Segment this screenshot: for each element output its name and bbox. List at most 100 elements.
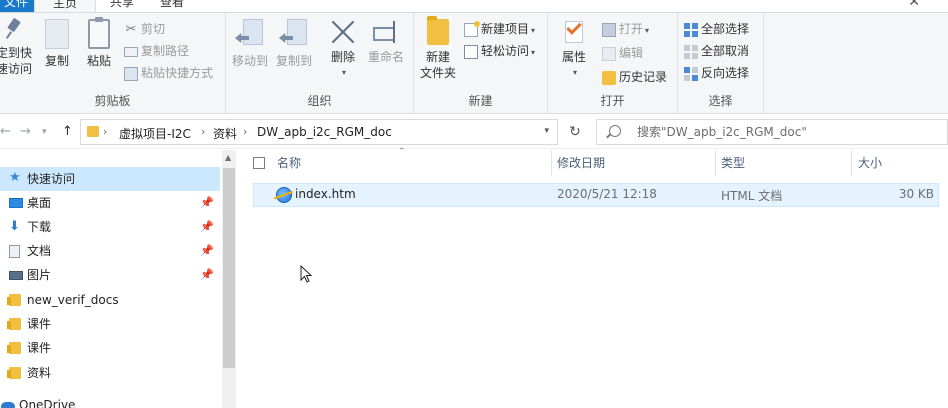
nav-item-label: OneDrive	[19, 398, 76, 408]
copy-path-button[interactable]: 复制路径	[124, 41, 189, 61]
copy-icon	[45, 19, 69, 49]
pin-icon[interactable]: 📌	[200, 239, 214, 263]
select-none-icon	[684, 44, 698, 59]
new-item-button[interactable]: 新建项目 ▾	[464, 19, 535, 39]
breadcrumb-separator-icon: ›	[201, 125, 206, 138]
scroll-up-icon[interactable]: ▲	[225, 153, 231, 162]
pin-icon[interactable]: 📌	[200, 263, 214, 287]
file-size: 30 KB	[898, 187, 934, 201]
file-name[interactable]: index.htm	[295, 187, 356, 201]
move-to-button[interactable]: 移动到	[230, 19, 270, 69]
copy-to-label: 复制到	[275, 54, 312, 68]
breadcrumb-current[interactable]: DW_apb_i2c_RGM_doc	[257, 125, 392, 139]
table-row[interactable]: index.htm 2020/5/21 12:18 HTML 文档 30 KB	[253, 183, 939, 207]
search-box[interactable]	[596, 119, 948, 145]
column-header-type[interactable]: 类型	[721, 150, 745, 176]
tab-home[interactable]: 主页	[34, 0, 96, 12]
select-all-button[interactable]: 全部选择	[684, 19, 749, 39]
forward-arrow-icon[interactable]: →	[20, 124, 31, 139]
select-none-button[interactable]: 全部取消	[684, 41, 749, 61]
close-icon[interactable]: ✕	[908, 0, 920, 10]
nav-item-materials[interactable]: 资料	[0, 361, 220, 385]
breadcrumb-root[interactable]: 虚拟项目-I2C	[119, 125, 191, 142]
history-button[interactable]: 历史记录	[602, 67, 667, 87]
nav-item-label: 资料	[27, 366, 52, 380]
rename-icon	[371, 19, 401, 45]
nav-item-courseware-2[interactable]: 课件	[0, 336, 220, 360]
select-all-icon	[684, 22, 698, 37]
nav-item-label: new_verif_docs	[27, 293, 119, 307]
up-arrow-icon[interactable]: ↑	[62, 124, 73, 139]
pin-icon[interactable]: 📌	[200, 215, 214, 239]
ribbon-tab-strip: 文件 主页 共享 查看 ✕	[0, 0, 948, 12]
folder-icon	[87, 126, 99, 137]
folder-icon	[7, 342, 21, 354]
address-box[interactable]: › 虚拟项目-I2C › 资料 › DW_apb_i2c_RGM_doc ▾	[80, 119, 558, 145]
nav-item-pictures[interactable]: 图片 📌	[0, 263, 220, 287]
refresh-icon[interactable]: ↻	[562, 119, 588, 145]
column-divider[interactable]	[715, 150, 716, 176]
delete-label: 删除	[330, 50, 355, 64]
copy-button[interactable]: 复制	[42, 19, 72, 69]
copy-to-button[interactable]: 复制到	[274, 19, 314, 69]
navigation-scrollbar[interactable]: ▲	[222, 150, 236, 408]
delete-button[interactable]: 删除 ▾	[328, 19, 358, 81]
select-none-label: 全部取消	[701, 44, 750, 58]
desktop-icon	[9, 198, 23, 208]
file-modified: 2020/5/21 12:18	[557, 187, 657, 201]
column-header-modified[interactable]: 修改日期	[557, 150, 605, 176]
move-to-label: 移动到	[231, 54, 268, 68]
nav-item-quick-access[interactable]: ★ 快速访问	[0, 167, 220, 191]
new-folder-label-line1: 新建	[425, 50, 450, 64]
properties-icon	[561, 19, 587, 45]
paste-label: 粘贴	[86, 54, 111, 68]
paste-button[interactable]: 粘贴	[84, 17, 114, 69]
open-dropdown-icon: ▾	[645, 26, 650, 35]
cut-button[interactable]: ✂ 剪切	[124, 19, 165, 39]
paste-shortcut-icon	[124, 66, 138, 81]
pin-to-quick-access-button[interactable]: 定到快 速访问	[0, 19, 34, 77]
column-divider[interactable]	[851, 150, 852, 176]
nav-item-courseware-1[interactable]: 课件	[0, 312, 220, 336]
nav-item-desktop[interactable]: 桌面 📌	[0, 191, 220, 215]
scrollbar-thumb[interactable]	[223, 168, 235, 368]
folder-icon	[7, 294, 21, 306]
nav-item-new-verif-docs[interactable]: new_verif_docs	[0, 288, 220, 312]
address-dropdown-chevron-icon[interactable]: ▾	[544, 126, 549, 136]
tab-file[interactable]: 文件	[0, 0, 34, 12]
rename-button[interactable]: 重命名	[366, 19, 406, 65]
column-header-size[interactable]: 大小	[858, 150, 882, 176]
nav-item-downloads[interactable]: ⬇ 下载 📌	[0, 215, 220, 239]
delete-dropdown-icon[interactable]: ▾	[330, 65, 358, 81]
tab-view[interactable]: 查看	[150, 0, 194, 12]
recent-locations-chevron-icon[interactable]: ▾	[42, 127, 47, 137]
properties-dropdown-icon[interactable]: ▾	[558, 65, 592, 81]
column-header-name[interactable]: 名称	[277, 150, 301, 176]
breadcrumb-mid[interactable]: 资料	[213, 125, 237, 142]
nav-item-documents[interactable]: 文档 📌	[0, 239, 220, 263]
easy-access-button[interactable]: 轻松访问 ▾	[464, 41, 535, 61]
paste-shortcut-button[interactable]: 粘贴快捷方式	[124, 63, 213, 83]
column-divider[interactable]	[551, 150, 552, 176]
tab-share[interactable]: 共享	[100, 0, 144, 12]
copy-to-icon	[279, 19, 309, 49]
new-folder-label-line2: 文件夹	[420, 66, 457, 80]
open-button[interactable]: 打开 ▾	[602, 19, 649, 39]
documents-icon	[9, 245, 20, 258]
select-all-checkbox[interactable]	[253, 157, 265, 169]
search-input[interactable]	[637, 122, 937, 142]
invert-selection-button[interactable]: 反向选择	[684, 63, 749, 83]
back-arrow-icon[interactable]: ←	[0, 124, 11, 139]
folder-icon	[7, 318, 21, 330]
pin-icon	[4, 19, 24, 41]
clipboard-icon	[88, 17, 110, 49]
properties-label: 属性	[561, 50, 586, 64]
new-folder-button[interactable]: 新建 文件夹	[420, 16, 457, 81]
nav-item-label: 图片	[27, 268, 52, 282]
properties-button[interactable]: 属性 ▾	[556, 19, 592, 81]
edit-button[interactable]: 编辑	[602, 43, 643, 63]
pin-icon[interactable]: 📌	[200, 191, 214, 215]
move-to-icon	[235, 19, 265, 49]
pin-label-line1: 定到快	[0, 46, 32, 60]
nav-item-onedrive[interactable]: OneDrive	[0, 393, 212, 408]
